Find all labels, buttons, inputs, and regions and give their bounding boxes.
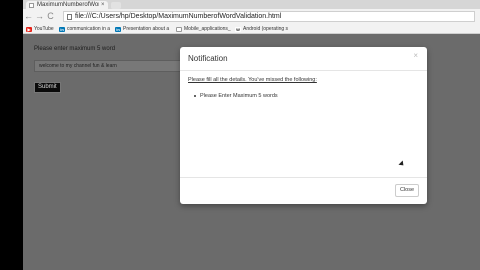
page-icon: [176, 26, 182, 32]
forward-icon[interactable]: →: [34, 9, 45, 24]
tab-strip: MaximumNumberofWor ×: [23, 0, 480, 9]
notification-dialog: Notification × Please fill all the detai…: [180, 47, 427, 204]
page-favicon-icon: [29, 2, 34, 8]
back-icon[interactable]: ←: [23, 9, 34, 24]
bookmark-label: Mobile_applications_: [184, 26, 231, 32]
tab-title: MaximumNumberofWor: [37, 2, 99, 8]
bullet-icon: [194, 95, 196, 97]
bookmark-label: YouTube: [34, 26, 54, 32]
file-icon: [67, 13, 72, 20]
bookmark-android[interactable]: W Android (operating s: [235, 25, 288, 33]
wikipedia-icon: W: [235, 26, 241, 32]
reload-icon[interactable]: C: [45, 9, 56, 24]
browser-toolbar: ← → C file:///C:/Users/hp/Desktop/Maximu…: [23, 9, 480, 24]
bookmark-youtube[interactable]: ▶ YouTube: [26, 25, 54, 33]
dialog-message: Please fill all the details. You've miss…: [188, 77, 317, 83]
linkedin-icon: in: [115, 26, 121, 32]
dialog-footer: Close: [180, 177, 427, 205]
bookmarks-bar: ▶ YouTube in communication in a in Prese…: [23, 24, 480, 34]
word-limit-label: Please enter maximum 5 word: [34, 46, 116, 52]
bookmark-communication[interactable]: in communication in a: [59, 25, 110, 33]
bookmark-presentation[interactable]: in Presentation about a: [115, 25, 169, 33]
bookmark-label: Android (operating s: [243, 26, 289, 32]
browser-window: MaximumNumberofWor × ← → C file:///C:/Us…: [23, 0, 480, 270]
tab-close-icon[interactable]: ×: [101, 1, 105, 9]
submit-button[interactable]: Submit: [34, 82, 61, 93]
close-icon[interactable]: ×: [413, 51, 418, 60]
bookmark-label: Presentation about a: [123, 26, 170, 32]
bookmark-mobile-applications[interactable]: Mobile_applications_: [176, 25, 231, 33]
dialog-title: Notification: [188, 54, 228, 63]
browser-tab[interactable]: MaximumNumberofWor ×: [26, 1, 108, 9]
error-list: Please Enter Maximum 5 words: [194, 93, 278, 99]
words-input[interactable]: welcome to my channel fun & learn: [34, 60, 184, 72]
dialog-header: Notification ×: [180, 47, 427, 71]
bookmark-label: communication in a: [67, 26, 111, 32]
address-url: file:///C:/Users/hp/Desktop/MaximumNumbe…: [75, 13, 282, 20]
error-text: Please Enter Maximum 5 words: [200, 93, 278, 99]
youtube-icon: ▶: [26, 26, 32, 32]
address-bar[interactable]: file:///C:/Users/hp/Desktop/MaximumNumbe…: [63, 11, 475, 22]
linkedin-icon: in: [59, 26, 65, 32]
new-tab-button[interactable]: [111, 2, 121, 9]
error-item: Please Enter Maximum 5 words: [194, 93, 278, 99]
close-button[interactable]: Close: [394, 184, 419, 197]
